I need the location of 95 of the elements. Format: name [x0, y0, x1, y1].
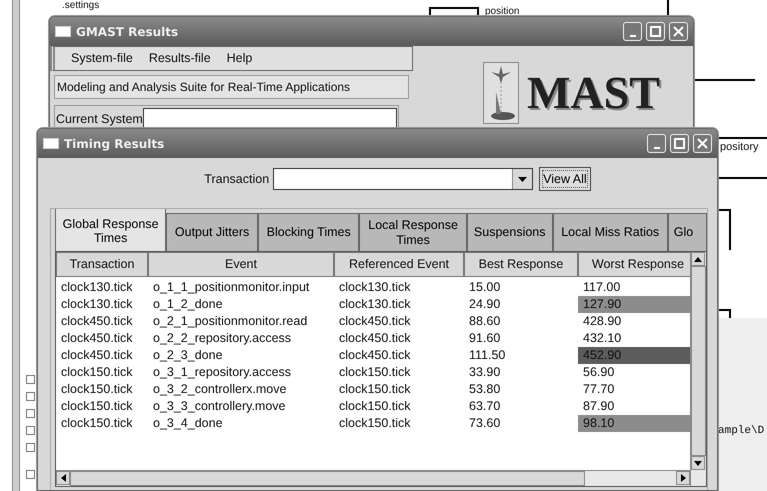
tab[interactable]: Blocking Times — [258, 213, 360, 251]
table-cell: 127.90 — [578, 296, 690, 313]
window-title: GMAST Results — [76, 24, 178, 40]
column-header[interactable]: Transaction — [56, 252, 148, 277]
maximize-button[interactable] — [670, 134, 689, 153]
table-cell-text: 15.00 — [468, 278, 502, 296]
view-all-button[interactable]: View All — [539, 167, 591, 191]
menu-item[interactable]: Results-file — [148, 49, 211, 68]
tab[interactable]: Local Miss Ratios — [552, 213, 668, 251]
table-cell-text: o_3_1_repository.access — [152, 364, 292, 381]
window-icon — [55, 26, 71, 37]
minimize-button[interactable] — [647, 134, 666, 153]
table-cell-text: clock450.tick — [60, 330, 134, 347]
table-cell-text: o_1_2_done — [152, 296, 224, 313]
up-arrow-icon — [694, 256, 702, 262]
table-cell-text: clock150.tick — [338, 380, 412, 398]
table-cell-text: clock130.tick — [60, 278, 134, 296]
close-button[interactable] — [669, 22, 688, 41]
table-cell-text: 63.70 — [468, 398, 502, 415]
field-label: Current System — [56, 110, 143, 128]
table-cell-text: clock130.tick — [338, 278, 412, 296]
menu-item[interactable]: System-file — [71, 49, 133, 68]
table-cell-text: clock130.tick — [338, 296, 412, 313]
tab[interactable]: Global Response Times — [55, 209, 166, 251]
minimize-button[interactable] — [623, 22, 642, 41]
table-cell-text: 428.90 — [582, 312, 622, 330]
window-icon — [43, 138, 59, 149]
editor-text: ample\D — [718, 424, 764, 439]
table-cell: 452.90 — [578, 346, 690, 364]
subtitle-label: Modeling and Analysis Suite for Real-Time Applications — [54, 75, 409, 99]
field-label: Transaction — [204, 170, 270, 188]
horizontal-scrollbar[interactable] — [56, 470, 690, 486]
minimize-icon — [630, 34, 636, 36]
table-cell-text: clock150.tick — [60, 364, 134, 381]
logo-icon — [483, 62, 519, 124]
down-arrow-icon — [694, 460, 702, 466]
table-cell-text: o_3_4_done — [152, 414, 224, 432]
table-cell-text: clock150.tick — [60, 414, 134, 432]
maximize-icon — [648, 24, 663, 39]
table-cell-text: o_1_1_positionmonitor.input — [152, 278, 310, 296]
right-arrow-icon — [680, 474, 686, 482]
table-cell-text: clock150.tick — [60, 380, 134, 398]
table-cell-text: 33.90 — [468, 364, 502, 381]
vertical-scrollbar[interactable] — [690, 252, 706, 486]
table-cell-text: o_3_3_controllery.move — [152, 398, 286, 415]
table-cell-text: o_2_1_positionmonitor.read — [152, 312, 308, 330]
table-cell-text: 56.90 — [582, 364, 616, 381]
table-cell-text: 53.80 — [468, 380, 502, 398]
column-header[interactable]: Worst Response — [578, 252, 690, 277]
expand-icon[interactable] — [26, 470, 35, 479]
table-cell: 98.10 — [578, 414, 690, 432]
tab[interactable]: Output Jitters — [166, 213, 258, 251]
diagram-label: position — [485, 5, 520, 19]
tab[interactable]: Glo — [668, 213, 707, 251]
caret-icon — [518, 176, 528, 182]
table-cell-text: 111.50 — [468, 346, 506, 364]
window-title: Timing Results — [64, 136, 164, 152]
table-cell-text: clock150.tick — [338, 414, 412, 432]
maximize-button[interactable] — [646, 22, 665, 41]
table-cell-text: 87.90 — [582, 398, 616, 415]
table-cell-text: clock150.tick — [60, 398, 134, 415]
table-cell-text: 117.00 — [582, 278, 622, 296]
close-icon — [695, 136, 710, 151]
table-cell-text: clock450.tick — [338, 330, 412, 347]
table-cell-text: 91.60 — [468, 330, 502, 347]
maximize-icon — [672, 136, 687, 151]
tab[interactable]: Local Response Times — [359, 213, 467, 251]
tree-item[interactable]: .settings — [62, 0, 100, 11]
table-cell-text: clock450.tick — [338, 346, 412, 364]
table-cell-text: clock450.tick — [60, 346, 134, 364]
table-cell-text: clock130.tick — [60, 296, 134, 313]
menu-item[interactable]: Help — [226, 49, 252, 68]
table-cell-text: 77.70 — [582, 380, 616, 398]
minimize-icon — [654, 146, 660, 148]
column-header[interactable]: Event — [148, 252, 334, 277]
table-cell-text: 73.60 — [468, 414, 502, 432]
table-cell-text: 24.90 — [468, 296, 502, 313]
table-cell-text: clock450.tick — [338, 312, 412, 330]
diagram-label: pository — [720, 141, 759, 153]
logo-text: MAST — [527, 66, 660, 120]
table-cell-text: 432.10 — [582, 330, 622, 347]
close-button[interactable] — [693, 134, 712, 153]
tab[interactable]: Suspensions — [466, 213, 553, 251]
left-arrow-icon — [60, 474, 66, 482]
table-cell-text: clock450.tick — [60, 312, 134, 330]
column-header[interactable]: Referenced Event — [334, 252, 464, 277]
table-cell-text: 88.60 — [468, 312, 502, 330]
transaction-dropdown[interactable] — [273, 168, 534, 190]
table-cell-text: clock150.tick — [338, 364, 412, 381]
table-cell-text: o_2_3_done — [152, 346, 224, 364]
column-header[interactable]: Best Response — [464, 252, 578, 277]
table-cell-text: o_3_2_controllerx.move — [152, 380, 288, 398]
close-icon — [671, 24, 686, 39]
table-cell-text: clock150.tick — [338, 398, 412, 415]
table-cell-text: o_2_2_repository.access — [152, 330, 292, 347]
